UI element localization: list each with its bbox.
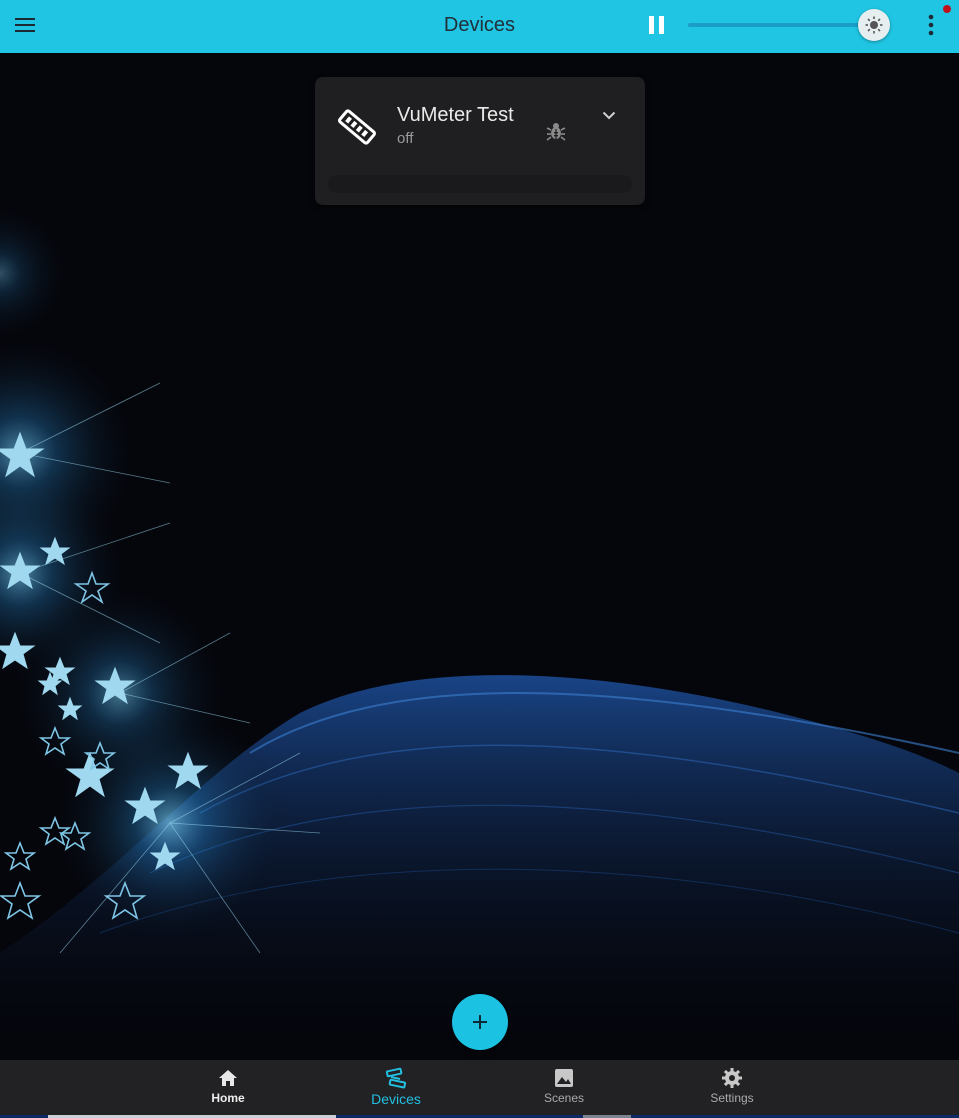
gear-icon	[722, 1068, 742, 1088]
pause-icon	[649, 16, 664, 34]
plus-icon	[473, 1015, 487, 1029]
expand-button[interactable]	[597, 103, 621, 127]
bottom-navigation: Home Devices Scenes Settings	[0, 1060, 959, 1118]
debug-button[interactable]	[545, 120, 567, 142]
brightness-slider-thumb[interactable]	[858, 9, 890, 41]
devices-icon	[385, 1067, 407, 1089]
menu-icon	[15, 18, 35, 32]
more-options-button[interactable]	[916, 9, 946, 41]
device-status: off	[397, 130, 414, 147]
nav-settings[interactable]: Settings	[672, 1060, 792, 1116]
sun-icon	[865, 16, 883, 34]
nav-scenes[interactable]: Scenes	[504, 1060, 624, 1116]
nav-devices-label: Devices	[371, 1091, 421, 1107]
device-effect-bar	[328, 175, 632, 193]
menu-button[interactable]	[10, 10, 40, 40]
pause-button[interactable]	[642, 10, 672, 40]
notification-dot	[943, 5, 951, 13]
app-bar: Devices	[0, 0, 959, 53]
bug-icon	[546, 123, 566, 141]
home-icon	[219, 1070, 237, 1086]
chevron-down-icon	[602, 111, 616, 119]
image-icon	[555, 1069, 573, 1087]
nav-home[interactable]: Home	[168, 1060, 288, 1116]
led-strip-icon	[338, 109, 376, 145]
brightness-slider[interactable]	[688, 9, 890, 41]
device-type-button[interactable]	[335, 105, 379, 149]
nav-devices[interactable]: Devices	[336, 1060, 456, 1116]
more-vert-icon	[928, 14, 934, 36]
device-name[interactable]: VuMeter Test	[397, 104, 514, 127]
brightness-slider-fill	[688, 23, 874, 27]
nav-scenes-label: Scenes	[543, 1091, 585, 1105]
add-device-button[interactable]	[452, 994, 508, 1050]
device-card: VuMeter Test off	[315, 77, 645, 205]
nav-home-label: Home	[211, 1091, 245, 1105]
nav-settings-label: Settings	[710, 1091, 754, 1105]
